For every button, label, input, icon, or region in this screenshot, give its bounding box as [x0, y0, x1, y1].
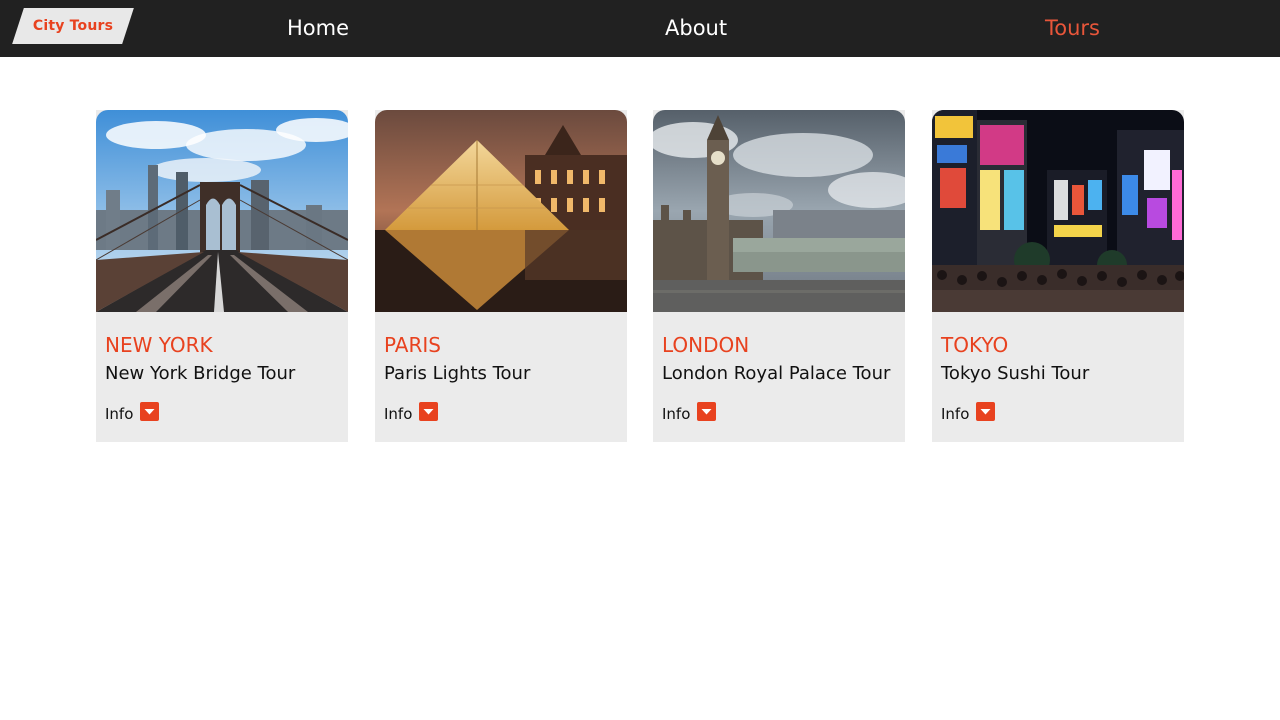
info-label: Info: [941, 405, 970, 423]
tour-city: TOKYO: [941, 333, 1009, 357]
brooklyn-bridge-photo: [96, 110, 348, 312]
info-toggle-button[interactable]: [697, 402, 716, 421]
info-toggle-button[interactable]: [419, 402, 438, 421]
tour-card-new-york: NEW YORK New York Bridge Tour Info: [96, 110, 348, 442]
tour-card-london: LONDON London Royal Palace Tour Info: [653, 110, 905, 442]
tour-card-tokyo: TOKYO Tokyo Sushi Tour Info: [932, 110, 1184, 442]
caret-down-icon: [423, 409, 434, 415]
nav-link-tours[interactable]: Tours: [1045, 13, 1100, 43]
info-label: Info: [105, 405, 134, 423]
louvre-pyramid-photo: [375, 110, 627, 312]
info-toggle-button[interactable]: [140, 402, 159, 421]
tour-city: PARIS: [384, 333, 441, 357]
city-tours-logo[interactable]: City Tours: [12, 8, 134, 44]
navbar: City Tours Home About Tours: [0, 0, 1280, 57]
caret-down-icon: [144, 409, 155, 415]
tour-city: NEW YORK: [105, 333, 213, 357]
logo-text: City Tours: [32, 18, 114, 34]
caret-down-icon: [980, 409, 991, 415]
tour-title: Paris Lights Tour: [384, 363, 531, 384]
tour-title: London Royal Palace Tour: [662, 363, 891, 384]
nav-link-home[interactable]: Home: [287, 13, 349, 43]
nav-link-about[interactable]: About: [665, 13, 727, 43]
big-ben-bridge-photo: [653, 110, 905, 312]
tour-title: New York Bridge Tour: [105, 363, 296, 384]
tour-title: Tokyo Sushi Tour: [941, 363, 1090, 384]
info-label: Info: [384, 405, 413, 423]
shibuya-night-photo: [932, 110, 1184, 312]
tour-card-paris: PARIS Paris Lights Tour Info: [375, 110, 627, 442]
caret-down-icon: [701, 409, 712, 415]
info-toggle-button[interactable]: [976, 402, 995, 421]
info-label: Info: [662, 405, 691, 423]
tour-city: LONDON: [662, 333, 750, 357]
